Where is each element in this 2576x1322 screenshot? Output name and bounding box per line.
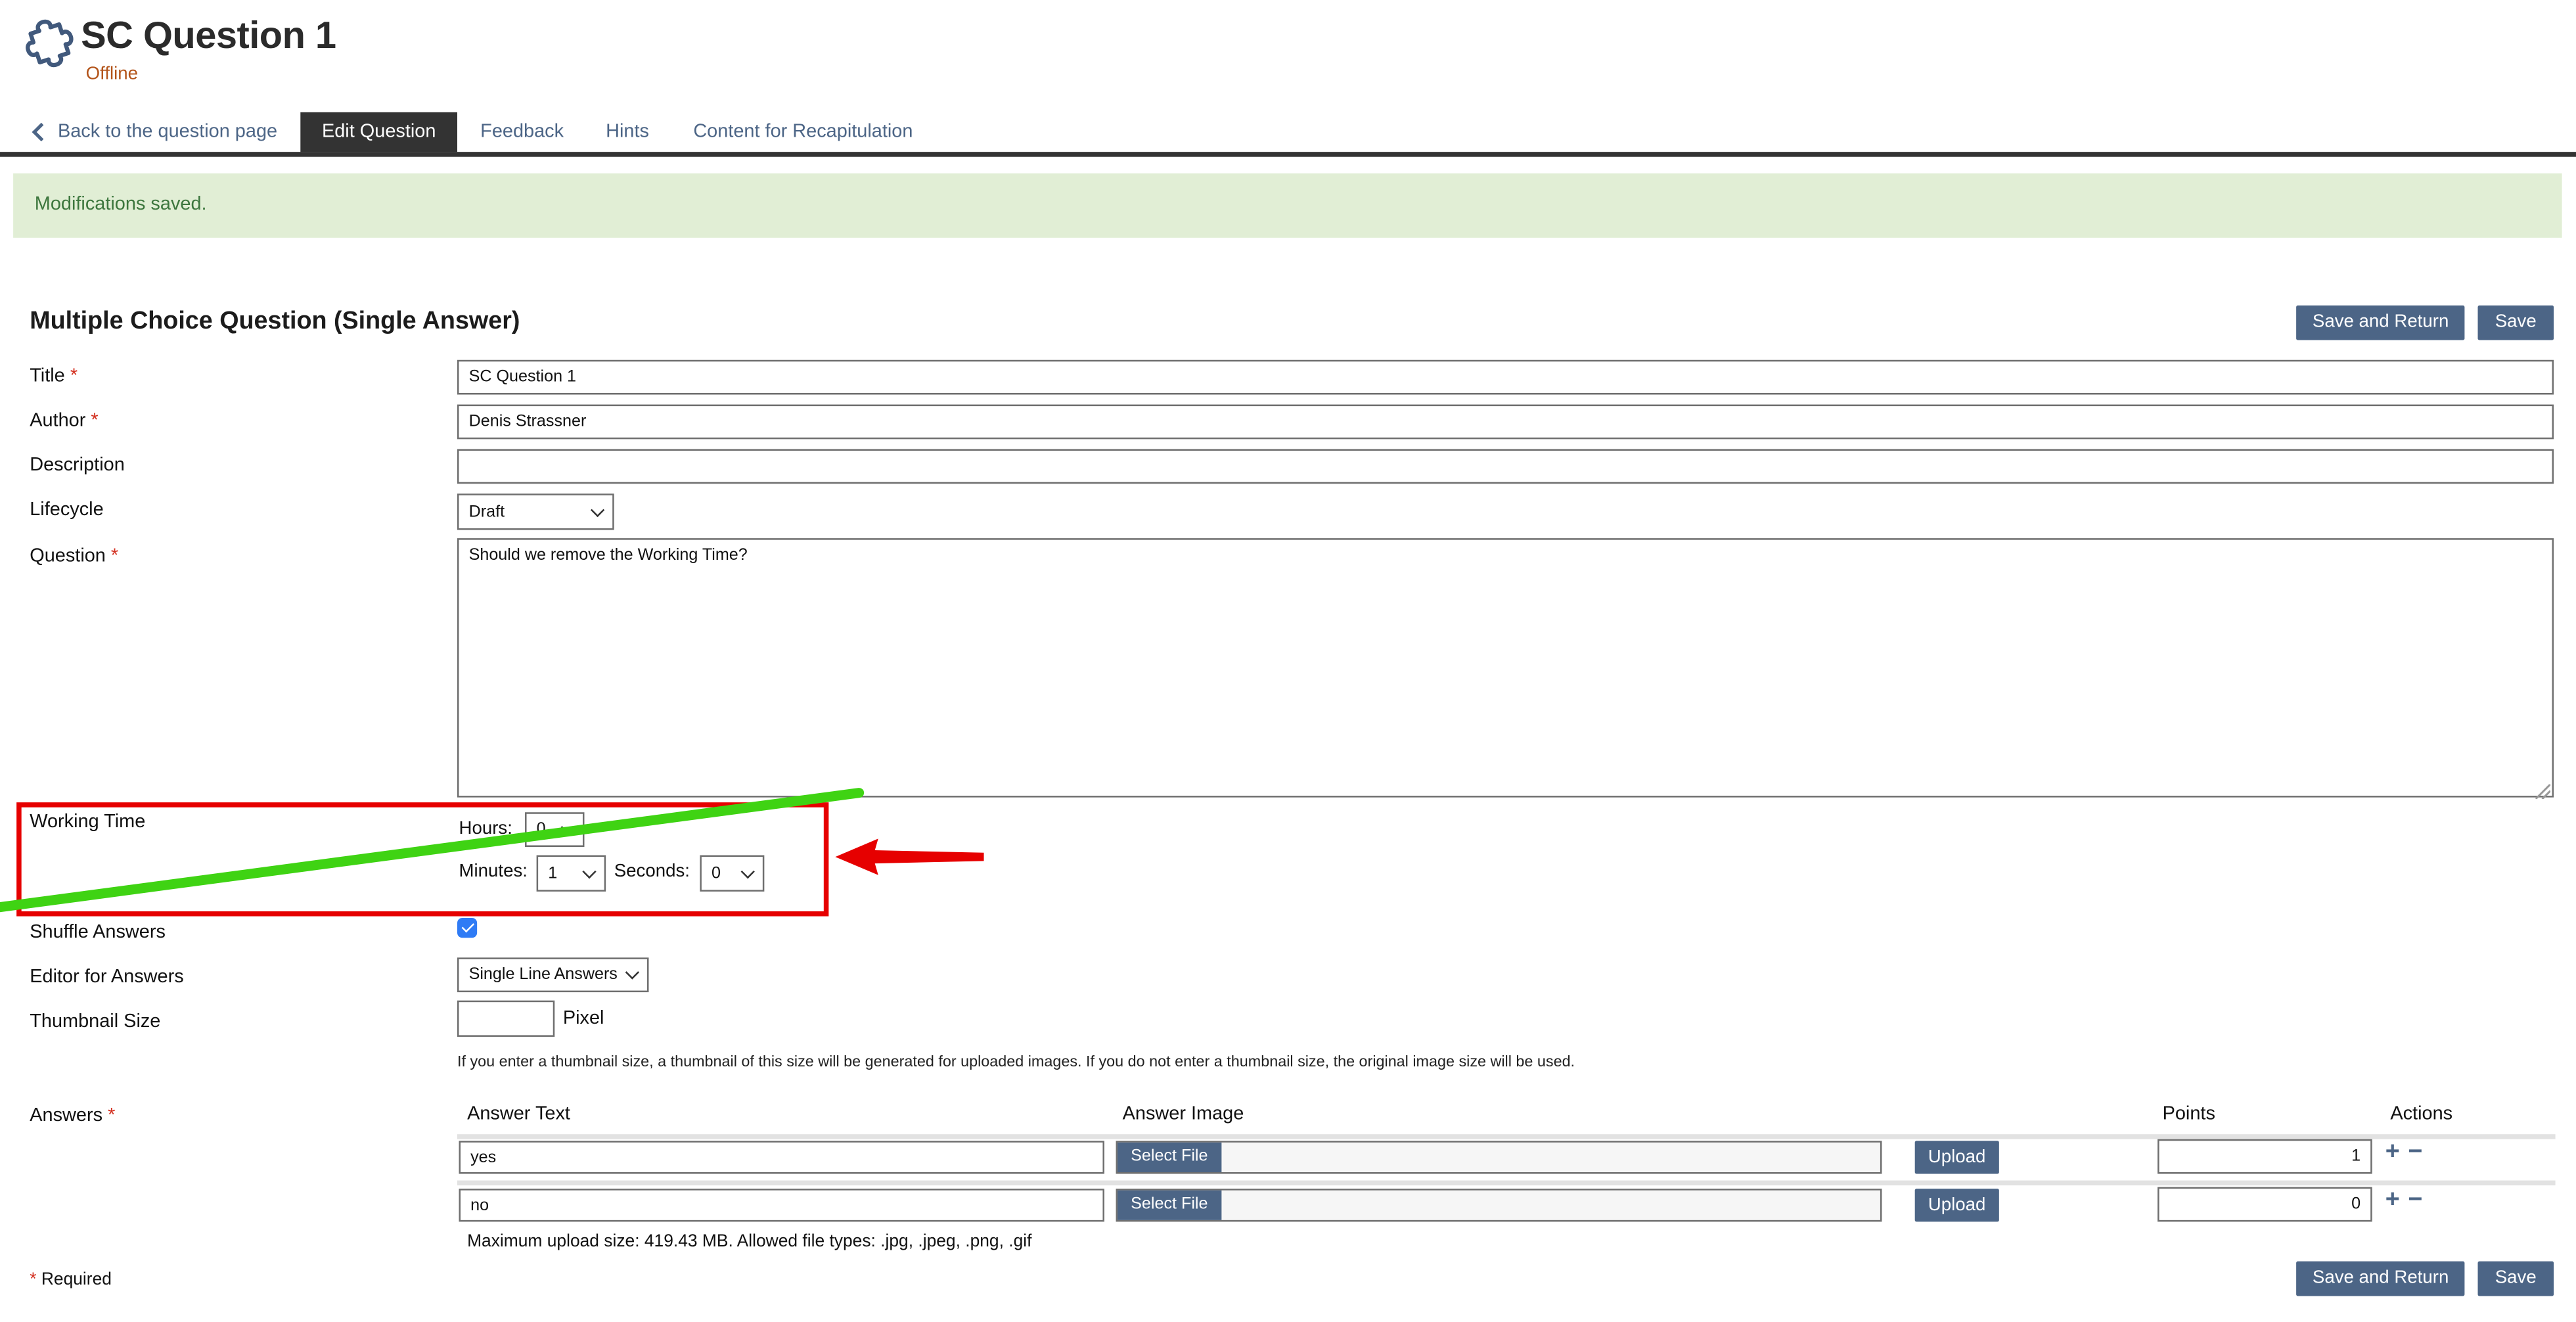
back-link-label: Back to the question page <box>57 122 278 143</box>
answer-image-file-input[interactable]: Select File <box>1116 1189 1882 1222</box>
question-label: Question * <box>30 546 119 566</box>
thumbnail-unit-label: Pixel <box>562 1009 604 1029</box>
tab-edit-question[interactable]: Edit Question <box>300 112 458 152</box>
annotation-red-box <box>16 802 829 917</box>
upload-button[interactable]: Upload <box>1914 1141 1999 1174</box>
thumbnail-size-input[interactable] <box>457 1000 555 1037</box>
thumbnail-size-label: Thumbnail Size <box>30 1012 161 1032</box>
description-input[interactable] <box>457 449 2554 484</box>
points-input[interactable] <box>2158 1139 2372 1174</box>
answer-text-input[interactable] <box>459 1189 1104 1222</box>
upload-note: Maximum upload size: 419.43 MB. Allowed … <box>467 1231 1032 1252</box>
tab-hints[interactable]: Hints <box>606 112 649 152</box>
required-note: * Required <box>30 1269 112 1290</box>
required-asterisk: * <box>30 1269 37 1290</box>
lifecycle-label: Lifecycle <box>30 500 104 520</box>
required-asterisk: * <box>110 546 119 566</box>
editor-for-answers-label: Editor for Answers <box>30 967 184 988</box>
required-asterisk: * <box>70 366 78 386</box>
add-answer-icon[interactable]: + <box>2385 1187 2400 1212</box>
remove-answer-icon[interactable]: − <box>2408 1187 2422 1212</box>
page-title: SC Question 1 <box>81 13 336 57</box>
column-points: Points <box>2162 1104 2215 1125</box>
success-banner: Modifications saved. <box>13 173 2562 238</box>
chevron-left-icon <box>32 122 51 142</box>
tab-content-for-recapitulation[interactable]: Content for Recapitulation <box>693 112 913 152</box>
row-divider <box>457 1180 2556 1186</box>
question-textarea[interactable]: Should we remove the Working Time? <box>457 538 2554 798</box>
save-and-return-button[interactable]: Save and Return <box>2295 1261 2466 1296</box>
success-message: Modifications saved. <box>34 194 207 215</box>
description-label: Description <box>30 455 125 476</box>
chevron-down-icon <box>590 502 605 516</box>
column-answer-text: Answer Text <box>467 1104 570 1125</box>
points-input[interactable] <box>2158 1187 2372 1222</box>
puzzle-icon <box>15 9 78 80</box>
chevron-down-icon <box>625 965 640 980</box>
title-label: Title * <box>30 366 78 386</box>
resize-handle-icon[interactable] <box>2535 777 2552 807</box>
answer-text-input[interactable] <box>459 1141 1104 1174</box>
answer-image-file-input[interactable]: Select File <box>1116 1141 1882 1174</box>
annotation-red-arrow-icon <box>834 835 985 886</box>
back-link[interactable]: Back to the question page <box>32 112 278 152</box>
shuffle-answers-checkbox[interactable] <box>457 918 478 938</box>
form-heading: Multiple Choice Question (Single Answer) <box>30 307 520 336</box>
bottom-button-row: Save and Return Save <box>2295 1261 2553 1296</box>
top-button-row: Save and Return Save <box>2295 305 2553 340</box>
lifecycle-value: Draft <box>468 503 505 521</box>
title-input[interactable] <box>457 359 2554 395</box>
required-asterisk: * <box>108 1106 116 1126</box>
author-label: Author * <box>30 411 99 431</box>
thumbnail-help-text: If you enter a thumbnail size, a thumbna… <box>457 1053 1575 1070</box>
select-file-button[interactable]: Select File <box>1118 1190 1221 1220</box>
answers-label: Answers * <box>30 1106 116 1126</box>
remove-answer-icon[interactable]: − <box>2408 1139 2422 1164</box>
editor-for-answers-select[interactable]: Single Line Answers <box>457 957 649 993</box>
tab-bar: Back to the question page Edit Question … <box>0 112 2576 157</box>
column-actions: Actions <box>2390 1104 2453 1125</box>
page: SC Question 1 Offline Back to the questi… <box>0 0 2576 1322</box>
save-button[interactable]: Save <box>2478 305 2553 340</box>
row-divider <box>457 1134 2556 1139</box>
lifecycle-select[interactable]: Draft <box>457 493 614 530</box>
checkmark-icon <box>461 919 474 933</box>
add-answer-icon[interactable]: + <box>2385 1139 2400 1164</box>
save-button[interactable]: Save <box>2478 1261 2553 1296</box>
row-actions: + − <box>2385 1187 2423 1212</box>
status-badge: Offline <box>85 64 139 85</box>
required-asterisk: * <box>91 411 99 431</box>
upload-button[interactable]: Upload <box>1914 1189 1999 1222</box>
author-input[interactable] <box>457 404 2554 440</box>
column-answer-image: Answer Image <box>1122 1104 1244 1125</box>
tab-feedback[interactable]: Feedback <box>480 112 564 152</box>
select-file-button[interactable]: Select File <box>1118 1142 1221 1172</box>
shuffle-answers-label: Shuffle Answers <box>30 923 166 943</box>
save-and-return-button[interactable]: Save and Return <box>2295 305 2466 340</box>
row-actions: + − <box>2385 1139 2423 1164</box>
